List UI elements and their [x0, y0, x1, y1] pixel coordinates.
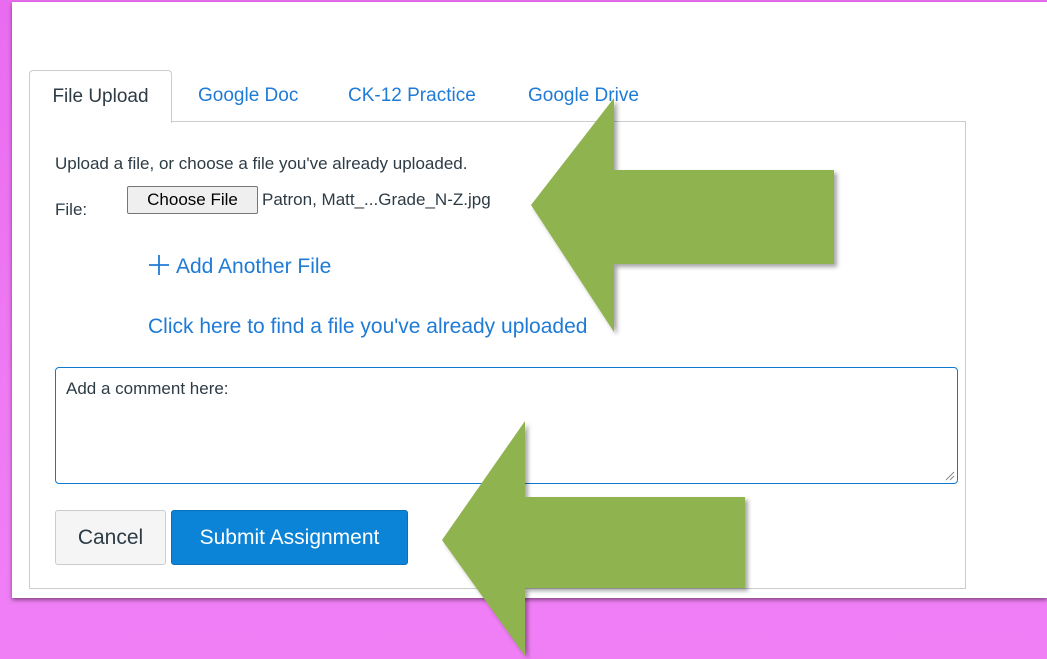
- choose-file-button[interactable]: Choose File: [127, 186, 258, 214]
- add-another-file-link[interactable]: Add Another File: [148, 254, 331, 279]
- selected-file-name: Patron, Matt_...Grade_N-Z.jpg: [262, 190, 491, 209]
- tab-ck12-practice[interactable]: CK-12 Practice: [348, 70, 476, 122]
- tab-file-upload[interactable]: File Upload: [29, 70, 172, 123]
- cancel-button[interactable]: Cancel: [55, 510, 166, 565]
- add-another-file-label: Add Another File: [176, 255, 332, 278]
- find-uploaded-file-link[interactable]: Click here to find a file you've already…: [148, 315, 587, 339]
- submit-assignment-button[interactable]: Submit Assignment: [171, 510, 408, 565]
- plus-icon: [148, 254, 172, 277]
- comment-textarea[interactable]: Add a comment here:: [55, 367, 958, 484]
- resize-grip-icon[interactable]: [945, 471, 955, 481]
- tab-google-doc[interactable]: Google Doc: [198, 70, 298, 122]
- tab-google-drive[interactable]: Google Drive: [528, 70, 639, 122]
- file-label: File:: [55, 200, 88, 219]
- comment-text: Add a comment here:: [66, 379, 229, 398]
- upload-instructions: Upload a file, or choose a file you've a…: [55, 154, 468, 173]
